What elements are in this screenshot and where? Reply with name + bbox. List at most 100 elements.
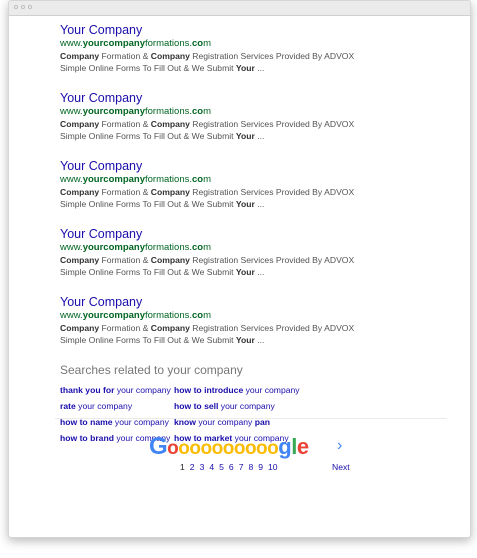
url-suffix: m — [203, 174, 212, 185]
url-keyword: co — [192, 174, 204, 185]
snippet-keyword: Company — [60, 51, 100, 61]
logo-letter: o — [200, 438, 213, 459]
next-arrow-icon[interactable]: › — [337, 437, 342, 455]
url-middle: formations. — [145, 174, 192, 185]
result-snippet-line: Simple Online Forms To Fill Out & We Sub… — [60, 62, 450, 74]
snippet-text: ... — [254, 199, 265, 209]
url-keyword: yourcompany — [82, 242, 145, 253]
snippet-keyword: Your — [235, 335, 255, 345]
snippet-text: Simple Online Forms To Fill Out & We Sub… — [60, 335, 236, 345]
snippet-text: Formation & — [99, 119, 151, 129]
minimize-window-icon[interactable] — [21, 5, 25, 9]
url-middle: formations. — [145, 106, 192, 117]
pagination: Goooooooooogle › 1 2 3 4 5 6 7 8 9 10 Next — [149, 435, 369, 475]
page-number-link[interactable]: 10 — [268, 462, 278, 472]
window-titlebar — [9, 1, 470, 16]
result-snippet-line: Company Formation & Company Registration… — [60, 186, 450, 198]
url-keyword: yourcompany — [82, 310, 145, 321]
result-url[interactable]: www.yourcompanyformations.com — [60, 310, 450, 322]
page-number-link[interactable]: 9 — [258, 462, 263, 472]
snippet-keyword: Company — [150, 255, 190, 265]
logo-letter: o — [256, 438, 268, 459]
page-number-link[interactable]: 7 — [239, 462, 244, 472]
search-result: Your Company www.yourcompanyformations.co… — [60, 23, 450, 74]
snippet-text: Registration Services Provided By ADVOX — [189, 119, 355, 129]
snippet-keyword: Your — [235, 199, 255, 209]
related-search-link[interactable]: how to introduce your company — [174, 384, 344, 396]
google-pagination-logo: Goooooooooogle — [149, 435, 309, 461]
close-window-icon[interactable] — [14, 5, 18, 9]
result-snippet-line: Simple Online Forms To Fill Out & We Sub… — [60, 334, 450, 346]
related-text: your company — [114, 385, 171, 395]
related-search-link[interactable]: thank you for your company — [60, 384, 174, 396]
related-text: your company — [243, 385, 300, 395]
url-suffix: m — [203, 310, 212, 321]
url-suffix: m — [203, 242, 212, 253]
snippet-text: ... — [254, 267, 265, 277]
result-snippet-line: Company Formation & Company Registration… — [60, 322, 450, 334]
logo-letter: o — [244, 438, 257, 459]
result-title-link[interactable]: Your Company — [60, 295, 450, 310]
url-suffix: m — [203, 38, 212, 49]
page-number-link[interactable]: 4 — [209, 462, 214, 472]
url-prefix: www. — [60, 310, 83, 321]
snippet-keyword: Company — [150, 187, 190, 197]
results-list: Your Company www.yourcompanyformations.co… — [60, 23, 450, 346]
current-page-number: 1 — [180, 462, 185, 472]
url-prefix: www. — [60, 38, 83, 49]
url-middle: formations. — [145, 242, 192, 253]
logo-letter: o — [211, 438, 224, 459]
url-prefix: www. — [60, 242, 83, 253]
search-results: Your Company www.yourcompanyformations.co… — [60, 23, 450, 444]
url-keyword: co — [192, 106, 204, 117]
snippet-text: Simple Online Forms To Fill Out & We Sub… — [60, 131, 236, 141]
related-search-link[interactable]: how to sell your company — [174, 400, 344, 412]
related-keyword: how to brand — [60, 433, 114, 443]
related-keyword: rate — [60, 401, 76, 411]
page-numbers: 1 2 3 4 5 6 7 8 9 10 — [180, 462, 283, 472]
page-number-link[interactable]: 2 — [190, 462, 195, 472]
result-title-link[interactable]: Your Company — [60, 159, 450, 174]
related-search-link[interactable]: rate your company — [60, 400, 174, 412]
url-middle: formations. — [145, 38, 192, 49]
result-title-link[interactable]: Your Company — [60, 91, 450, 106]
snippet-keyword: Your — [235, 63, 255, 73]
result-title-link[interactable]: Your Company — [60, 227, 450, 242]
snippet-keyword: Company — [60, 119, 100, 129]
snippet-keyword: Your — [235, 267, 255, 277]
page-number-link[interactable]: 3 — [200, 462, 205, 472]
result-snippet-line: Simple Online Forms To Fill Out & We Sub… — [60, 266, 450, 278]
url-keyword: yourcompany — [82, 174, 145, 185]
snippet-text: Registration Services Provided By ADVOX — [189, 51, 355, 61]
logo-letter: G — [149, 433, 168, 460]
result-snippet-line: Simple Online Forms To Fill Out & We Sub… — [60, 130, 450, 142]
url-keyword: yourcompany — [82, 106, 145, 117]
next-page-link[interactable]: Next — [332, 462, 350, 472]
result-url[interactable]: www.yourcompanyformations.com — [60, 106, 450, 118]
page-number-link[interactable]: 8 — [248, 462, 253, 472]
maximize-window-icon[interactable] — [28, 5, 32, 9]
result-url[interactable]: www.yourcompanyformations.com — [60, 38, 450, 50]
snippet-keyword: Company — [150, 323, 190, 333]
snippet-keyword: Company — [150, 119, 190, 129]
search-result: Your Company www.yourcompanyformations.co… — [60, 227, 450, 278]
result-title-link[interactable]: Your Company — [60, 23, 450, 38]
snippet-text: Formation & — [99, 51, 151, 61]
related-text: your company — [75, 401, 133, 411]
result-url[interactable]: www.yourcompanyformations.com — [60, 242, 450, 254]
page-number-link[interactable]: 5 — [219, 462, 224, 472]
url-keyword: yourcompany — [82, 38, 145, 49]
url-middle: formations. — [145, 310, 192, 321]
snippet-text: Formation & — [99, 187, 151, 197]
snippet-keyword: Company — [60, 323, 100, 333]
page-number-link[interactable]: 6 — [229, 462, 234, 472]
search-result: Your Company www.yourcompanyformations.co… — [60, 295, 450, 346]
related-keyword: how to sell — [174, 401, 219, 411]
snippet-text: Formation & — [99, 323, 151, 333]
url-keyword: co — [192, 242, 204, 253]
result-url[interactable]: www.yourcompanyformations.com — [60, 174, 450, 186]
snippet-text: Simple Online Forms To Fill Out & We Sub… — [60, 63, 236, 73]
related-keyword: how to introduce — [174, 385, 244, 395]
result-snippet-line: Simple Online Forms To Fill Out & We Sub… — [60, 198, 450, 210]
snippet-text: Registration Services Provided By ADVOX — [189, 323, 355, 333]
